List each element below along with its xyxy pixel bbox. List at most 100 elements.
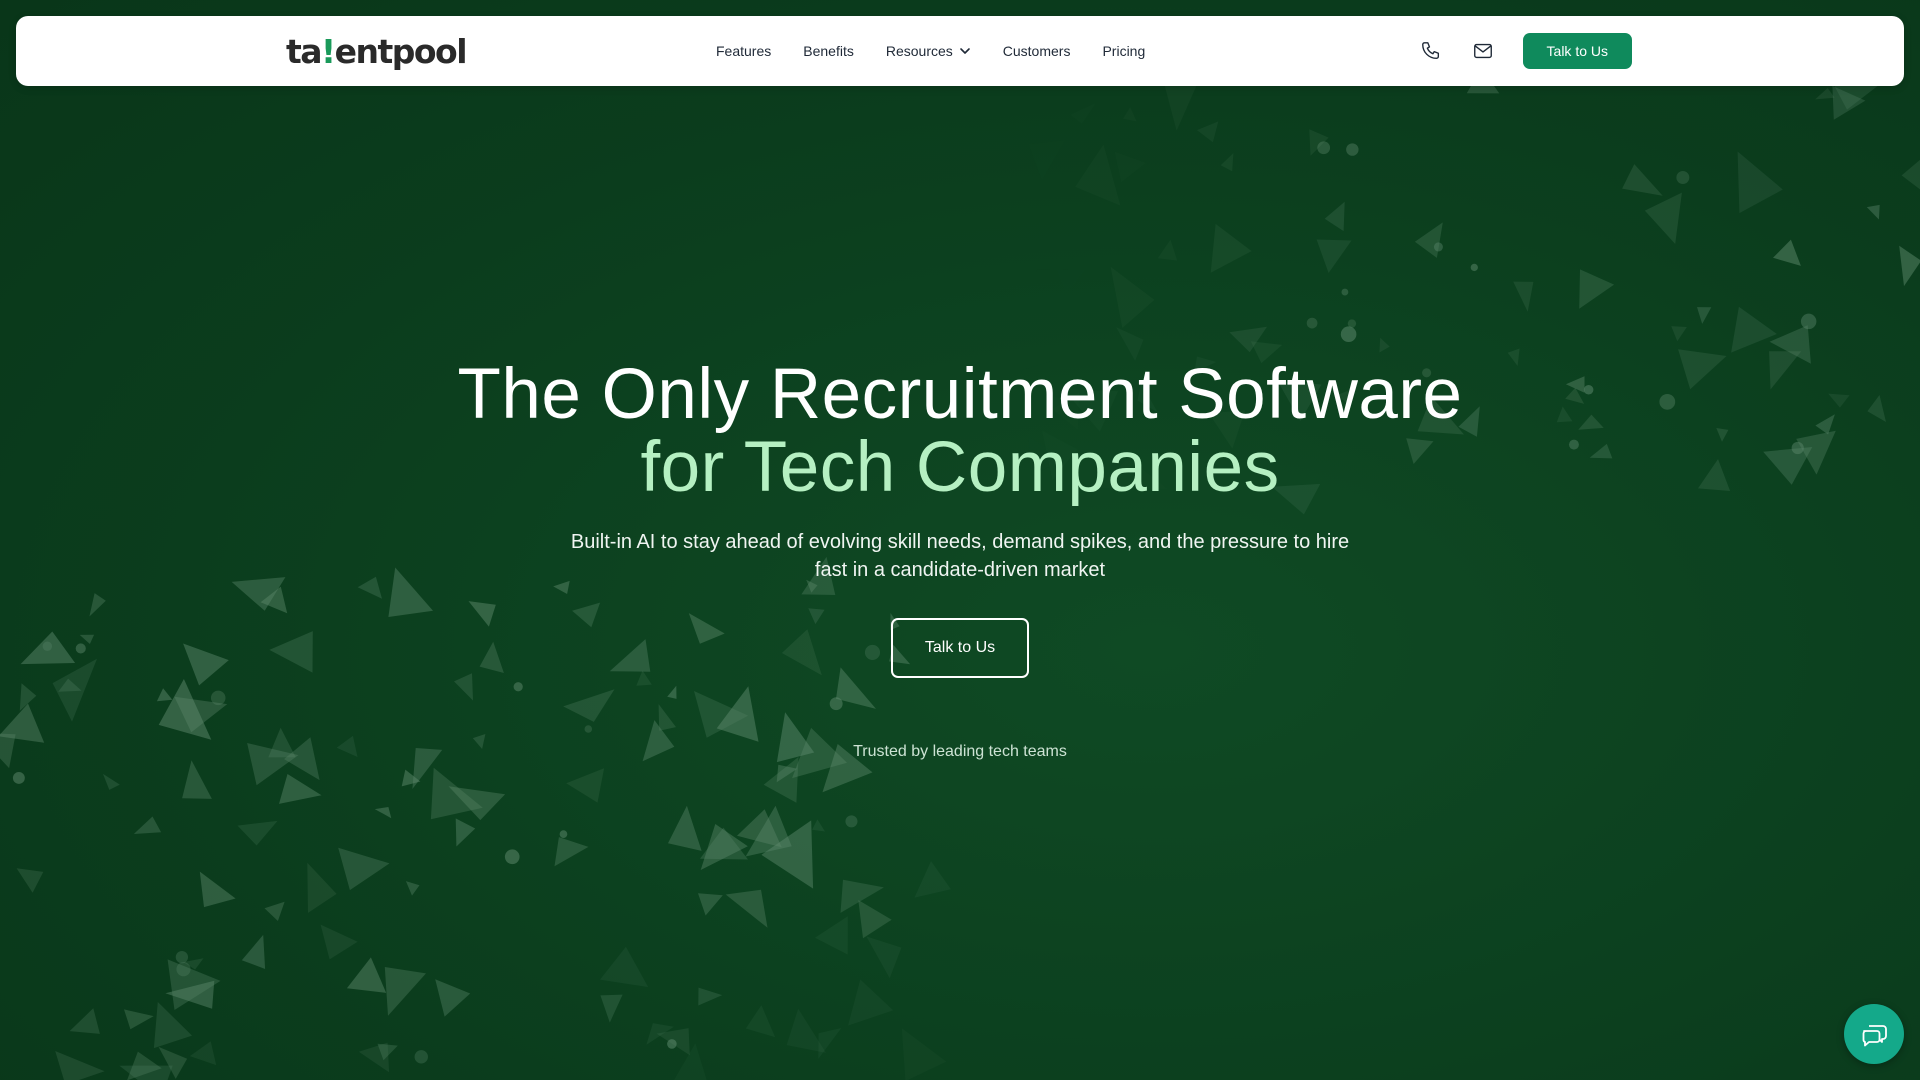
decorative-triangle	[320, 924, 358, 960]
nav-talk-to-us-button[interactable]: Talk to Us	[1522, 33, 1632, 69]
decorative-triangle	[1316, 239, 1352, 273]
decorative-triangle	[1379, 337, 1390, 353]
decorative-triangle	[279, 774, 322, 804]
chat-bubbles-icon	[1862, 1025, 1887, 1047]
decorative-triangle	[358, 1042, 390, 1073]
decorative-triangle	[1671, 326, 1687, 342]
decorative-triangle	[1901, 159, 1920, 190]
decorative-triangle	[1899, 245, 1920, 287]
decorative-triangle	[1110, 266, 1155, 328]
decorative-triangle	[384, 967, 426, 1016]
decorative-triangle	[338, 847, 390, 891]
nav-actions: Talk to Us	[1419, 16, 1632, 86]
decorative-dot	[1676, 171, 1690, 184]
decorative-triangle	[1220, 153, 1234, 172]
main-nav: Features Benefits Resources Customers Pr…	[716, 16, 1145, 86]
chat-launcher-button[interactable]	[1844, 1004, 1904, 1064]
decorative-triangle	[600, 946, 649, 988]
logo-text-suffix: entpool	[334, 31, 468, 71]
decorative-triangle	[156, 688, 173, 702]
decorative-triangle	[119, 1065, 173, 1080]
logo-text-accent: !	[321, 31, 336, 71]
hero-subtitle: Built-in AI to stay ahead of evolving sk…	[570, 531, 1350, 581]
decorative-triangle	[572, 602, 601, 628]
decorative-dot	[845, 815, 858, 828]
decorative-triangle	[435, 979, 471, 1017]
decorative-triangle	[388, 567, 433, 617]
decorative-triangle	[16, 868, 44, 893]
nav-link-features[interactable]: Features	[716, 43, 771, 59]
nav-link-customers[interactable]: Customers	[1003, 43, 1071, 59]
decorative-dot	[504, 849, 520, 865]
decorative-triangle	[688, 613, 725, 644]
decorative-triangle	[667, 685, 677, 699]
decorative-triangle	[1815, 88, 1835, 100]
hero-title-line1: The Only Recruitment Software	[457, 355, 1463, 434]
decorative-triangle	[1513, 281, 1534, 312]
nav-link-label: Resources	[885, 43, 953, 59]
decorative-triangle	[124, 1009, 154, 1030]
decorative-dot	[584, 725, 593, 733]
nav-link-pricing[interactable]: Pricing	[1102, 43, 1145, 59]
decorative-triangle	[812, 819, 825, 832]
decorative-triangle	[182, 760, 212, 799]
decorative-triangle	[1866, 204, 1880, 220]
decorative-triangle	[781, 629, 822, 676]
decorative-triangle	[600, 994, 623, 1023]
hero-talk-to-us-button[interactable]: Talk to Us	[891, 618, 1029, 678]
decorative-triangle	[189, 1041, 217, 1066]
decorative-triangle	[668, 805, 702, 851]
decorative-triangle	[698, 987, 723, 1006]
decorative-triangle	[153, 1002, 192, 1049]
mail-icon[interactable]	[1471, 39, 1495, 63]
decorative-triangle	[658, 704, 676, 731]
decorative-triangle	[468, 601, 496, 627]
nav-link-resources[interactable]: Resources	[886, 43, 971, 59]
decorative-triangle	[307, 862, 337, 913]
decorative-dot	[75, 643, 86, 654]
decorative-triangle	[237, 820, 278, 846]
decorative-triangle	[0, 703, 45, 743]
decorative-triangle	[554, 837, 589, 867]
nav-link-label: Benefits	[803, 43, 854, 59]
decorative-triangle	[858, 900, 892, 939]
decorative-triangle	[815, 916, 848, 955]
decorative-triangle	[1122, 107, 1137, 122]
decorative-triangle	[133, 816, 162, 834]
decorative-triangle	[454, 673, 473, 701]
phone-icon[interactable]	[1419, 39, 1443, 63]
trusted-by-text: Trusted by leading tech teams	[853, 743, 1067, 760]
decorative-triangle	[566, 768, 605, 803]
decorative-triangle	[241, 934, 266, 969]
decorative-dot	[210, 690, 226, 706]
decorative-triangle	[563, 689, 615, 722]
decorative-triangle	[455, 818, 476, 847]
decorative-triangle	[1622, 164, 1663, 196]
decorative-triangle	[1324, 201, 1345, 232]
decorative-triangle	[1414, 222, 1443, 258]
nav-link-benefits[interactable]: Benefits	[803, 43, 854, 59]
top-navbar: ta! entpool Features Benefits Resources C…	[16, 16, 1904, 86]
decorative-dot	[1306, 317, 1318, 329]
decorative-triangle	[609, 639, 651, 672]
decorative-dot	[829, 697, 843, 711]
decorative-triangle	[808, 608, 825, 625]
talentpool-logo[interactable]: ta! entpool	[286, 31, 468, 71]
decorative-dot	[1800, 313, 1817, 330]
decorative-triangle	[1644, 192, 1682, 244]
decorative-triangle	[725, 889, 768, 928]
hero-title-line2: for Tech Companies	[640, 428, 1280, 507]
decorative-dot	[176, 962, 191, 977]
decorative-dot	[1470, 263, 1478, 272]
decorative-triangle	[848, 979, 894, 1026]
decorative-triangle	[1731, 306, 1777, 353]
decorative-triangle	[1773, 239, 1801, 266]
decorative-triangle	[1579, 269, 1615, 309]
nav-link-label: Features	[716, 43, 772, 59]
decorative-dot	[864, 644, 881, 660]
decorative-dot	[559, 830, 568, 838]
decorative-triangle	[269, 631, 313, 673]
decorative-dot	[414, 1050, 428, 1064]
nav-link-label: Customers	[1002, 43, 1071, 59]
decorative-dot	[1341, 288, 1349, 296]
